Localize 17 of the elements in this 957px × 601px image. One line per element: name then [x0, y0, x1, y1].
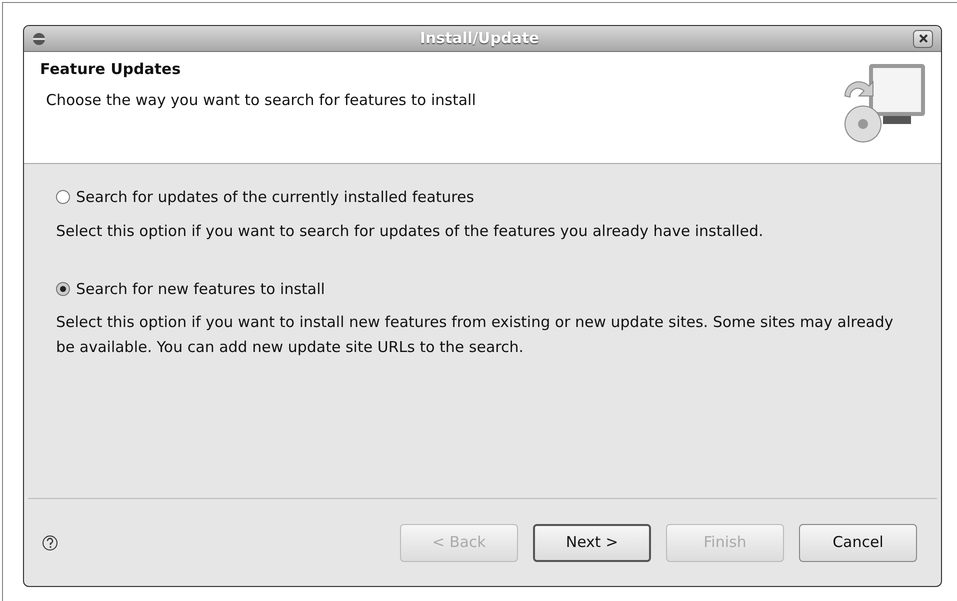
wizard-button[interactable]: Next >	[533, 524, 651, 562]
close-button[interactable]	[913, 30, 933, 48]
radio-button[interactable]	[56, 282, 70, 296]
radio-button[interactable]	[56, 190, 70, 204]
option-description: Select this option if you want to search for updates of the features you already have installed.	[56, 220, 764, 242]
help-icon[interactable]	[42, 534, 58, 550]
window-title: Install/Update	[418, 28, 540, 50]
option-description: Select this option if you want to install new features from existing or new update sites. Some sites may already be available. You can add new update site URLs to the search.	[56, 312, 894, 358]
page-subtitle: Choose the way you want to search for features to install	[46, 90, 476, 110]
wizard-button[interactable]: Cancel	[799, 524, 917, 562]
radio-label: Search for updates of the currently installed features	[76, 187, 474, 208]
page-title: Feature Updates	[40, 59, 182, 80]
radio-option[interactable]: Search for updates of the currently installed features	[56, 186, 927, 208]
radio-option[interactable]: Search for new features to install	[56, 278, 927, 300]
radio-label: Search for new features to install	[76, 278, 325, 300]
window-menu-icon[interactable]	[32, 32, 46, 46]
close-icon	[918, 34, 928, 43]
